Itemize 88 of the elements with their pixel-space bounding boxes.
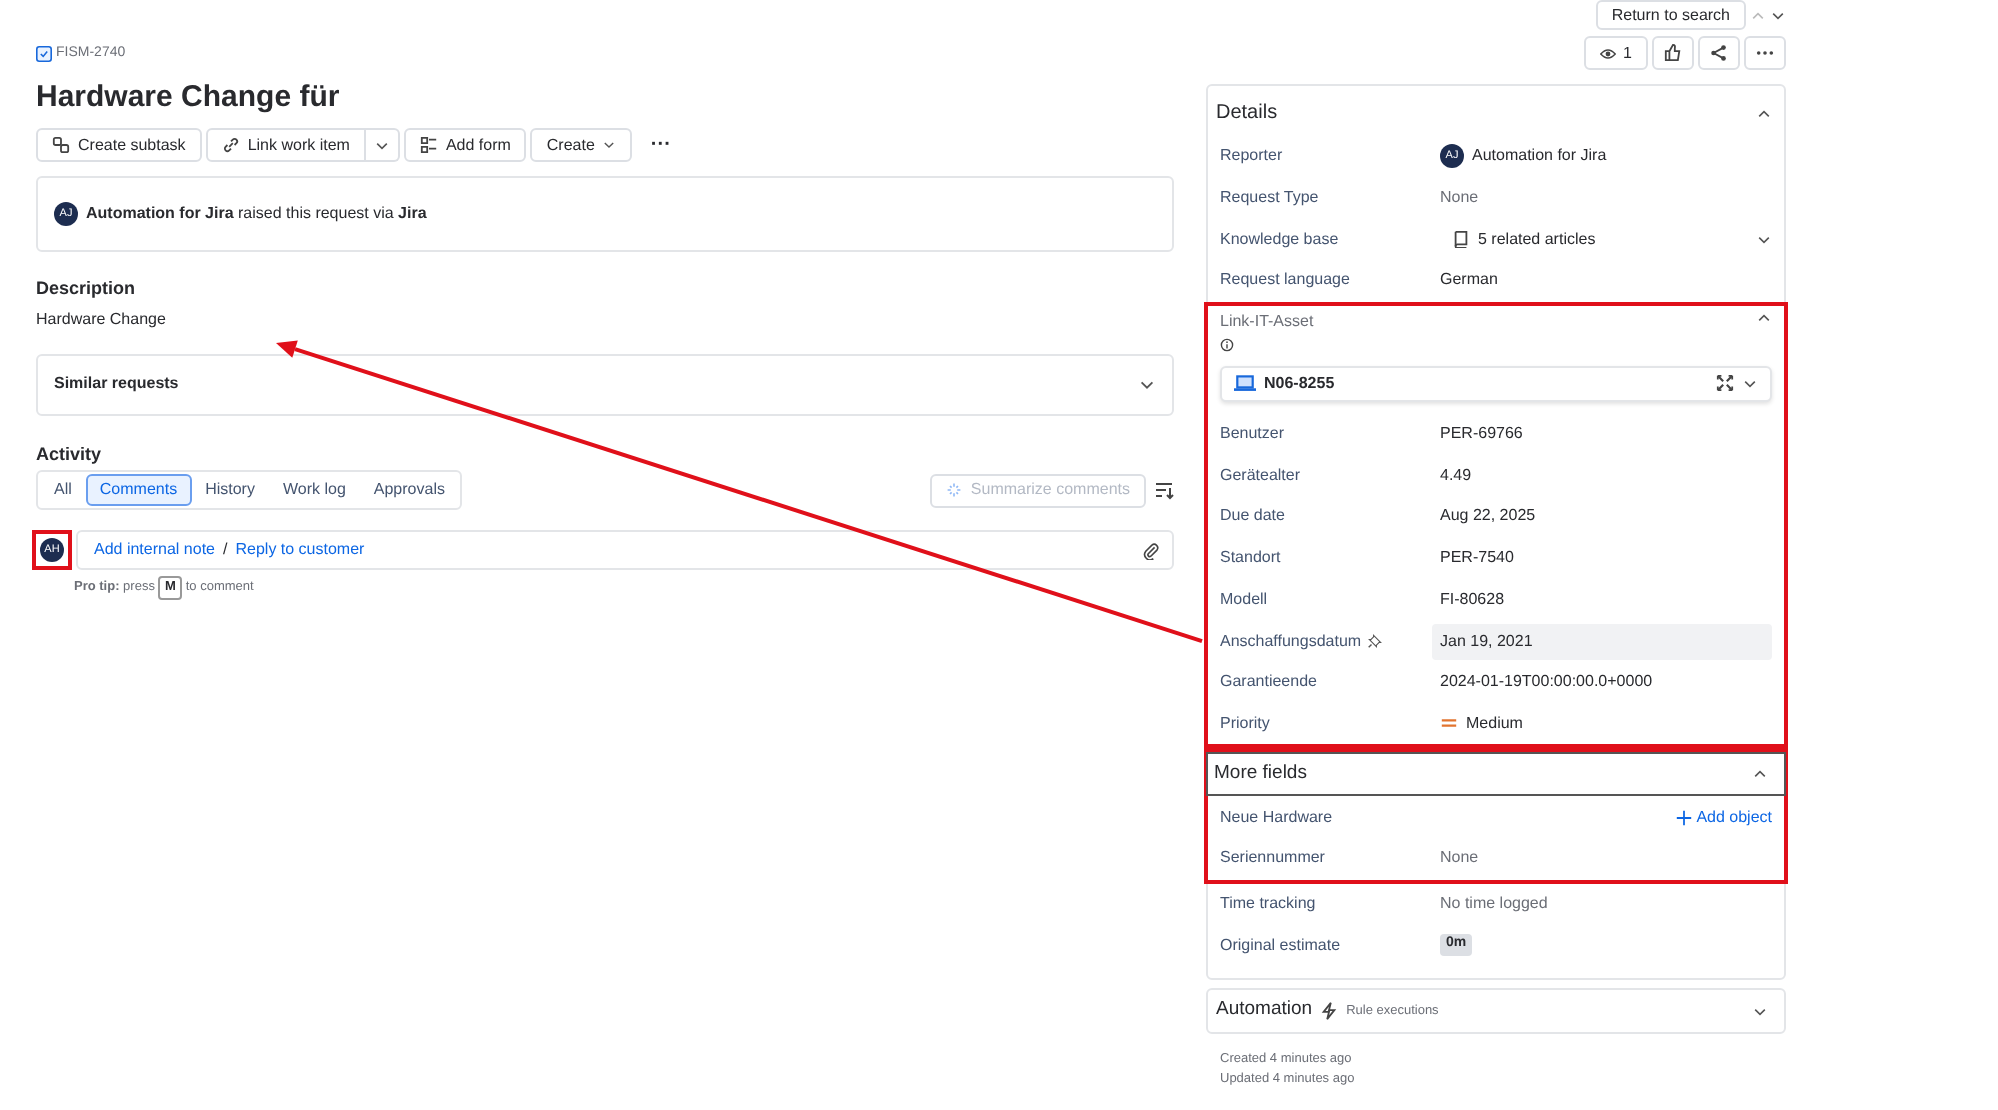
toolbar-button[interactable]: Add form [403, 128, 527, 162]
field-value: Aug 22, 2025 [1440, 504, 1536, 529]
issue-title: Hardware Change für [36, 77, 342, 117]
chevron-down-icon[interactable] [1770, 7, 1786, 23]
field-label: Benutzer [1220, 422, 1285, 447]
panel-title: Similar requests [54, 372, 179, 396]
tab[interactable]: History [191, 474, 269, 506]
field-label: Original estimate [1220, 933, 1341, 958]
asset-name: N06-8255 [1264, 371, 1337, 396]
request-text: Automation for Jira raised this request via Jira [86, 202, 427, 226]
panel-title: Details [1216, 100, 1278, 128]
section-title: More fields [1214, 760, 1307, 789]
chevron-up-icon [1752, 766, 1768, 783]
laptop-icon [1234, 372, 1256, 395]
field-label: Request Type [1220, 186, 1319, 211]
chevron-down-icon [602, 138, 617, 152]
plus-icon [1676, 809, 1693, 826]
field-value: 2024-01-19T00:00:00.0+0000 [1440, 670, 1653, 695]
toolbar-button[interactable]: Create subtask [36, 128, 202, 162]
field-value: Medium [1466, 711, 1523, 736]
field-value: PER-7540 [1440, 546, 1514, 571]
field-label: Anschaffungsdatum [1220, 629, 1362, 654]
eye-icon [1599, 45, 1616, 61]
field-label: Time tracking [1220, 891, 1316, 916]
field-value: PER-69766 [1440, 422, 1523, 447]
create-button[interactable]: Create [530, 128, 633, 162]
chevron-icon[interactable] [1756, 105, 1772, 121]
panel-title: Automation [1216, 996, 1313, 1025]
field-value: Automation for Jira [1472, 144, 1607, 169]
field-value[interactable]: Jan 19, 2021 [1432, 623, 1772, 660]
share-icon [1710, 44, 1728, 62]
asset-card[interactable]: N06-8255 [1220, 365, 1772, 402]
field-label: Gerätealter [1220, 463, 1301, 488]
section-heading: Description [36, 276, 138, 302]
chevron-down-icon [373, 137, 390, 153]
add-internal-note-link[interactable]: Add internal note [94, 538, 215, 562]
field-label: Reporter [1220, 144, 1283, 169]
watch-button[interactable]: 1 [1583, 36, 1648, 70]
field-label: Standort [1220, 546, 1281, 571]
add-object-link[interactable]: Add object [1676, 805, 1772, 830]
description-text: Hardware Change [36, 307, 168, 331]
tab[interactable]: Work log [268, 474, 360, 506]
info-icon [1220, 338, 1234, 353]
comment-box[interactable]: Add internal note / Reply to customer [76, 530, 1174, 570]
field-value: German [1440, 268, 1498, 293]
sort-icon [1154, 480, 1174, 500]
field-label: Due date [1220, 504, 1285, 529]
sparkle-icon [946, 482, 963, 498]
field-label: Garantieende [1220, 670, 1317, 695]
work-type-icon [36, 46, 52, 63]
field-value: FI-80628 [1440, 587, 1505, 612]
field-label: Request language [1220, 268, 1350, 293]
subtask-icon [52, 136, 70, 154]
expand-icon [1716, 374, 1734, 393]
tab[interactable]: Comments [85, 474, 192, 506]
chevron-down-icon [1742, 375, 1758, 392]
separator: / [223, 538, 228, 562]
toolbar-button[interactable]: Link work item [205, 128, 366, 162]
field-value: No time logged [1440, 891, 1548, 916]
priority-medium-icon [1440, 714, 1458, 733]
knowledge-base-dropdown[interactable]: 5 related articles [1440, 227, 1772, 252]
field-value: None [1440, 846, 1479, 871]
toolbar-button[interactable] [1652, 36, 1694, 70]
return-to-search-button[interactable]: Return to search [1595, 0, 1746, 30]
lightning-icon [1320, 1002, 1339, 1020]
chevron-down-icon [1756, 231, 1772, 248]
toolbar-button[interactable] [1698, 36, 1740, 70]
field-label: Seriennummer [1220, 846, 1325, 871]
chevron-down-icon [1752, 1003, 1768, 1019]
reply-to-customer-link[interactable]: Reply to customer [235, 538, 365, 562]
form-icon [419, 136, 438, 154]
section-heading: Activity [36, 441, 104, 468]
field-label: Knowledge base [1220, 227, 1339, 252]
link-icon [221, 136, 240, 154]
paperclip-icon [1142, 541, 1160, 559]
book-icon [1452, 230, 1470, 249]
tab[interactable]: All [40, 474, 86, 506]
field-value: None [1440, 186, 1479, 211]
section-header[interactable]: More fields [1206, 752, 1786, 797]
thumbs-up-icon [1664, 44, 1682, 62]
chevron-up-icon [1756, 309, 1772, 326]
field-value: 4.49 [1440, 463, 1472, 488]
field-label: Priority [1220, 711, 1270, 736]
field-label: Neue Hardware [1220, 805, 1333, 830]
field-label: Link-IT-Asset [1220, 309, 1314, 334]
field-label: Modell [1220, 587, 1268, 612]
tab[interactable]: Approvals [359, 474, 459, 506]
similar-requests-panel[interactable]: Similar requests [36, 353, 1174, 415]
